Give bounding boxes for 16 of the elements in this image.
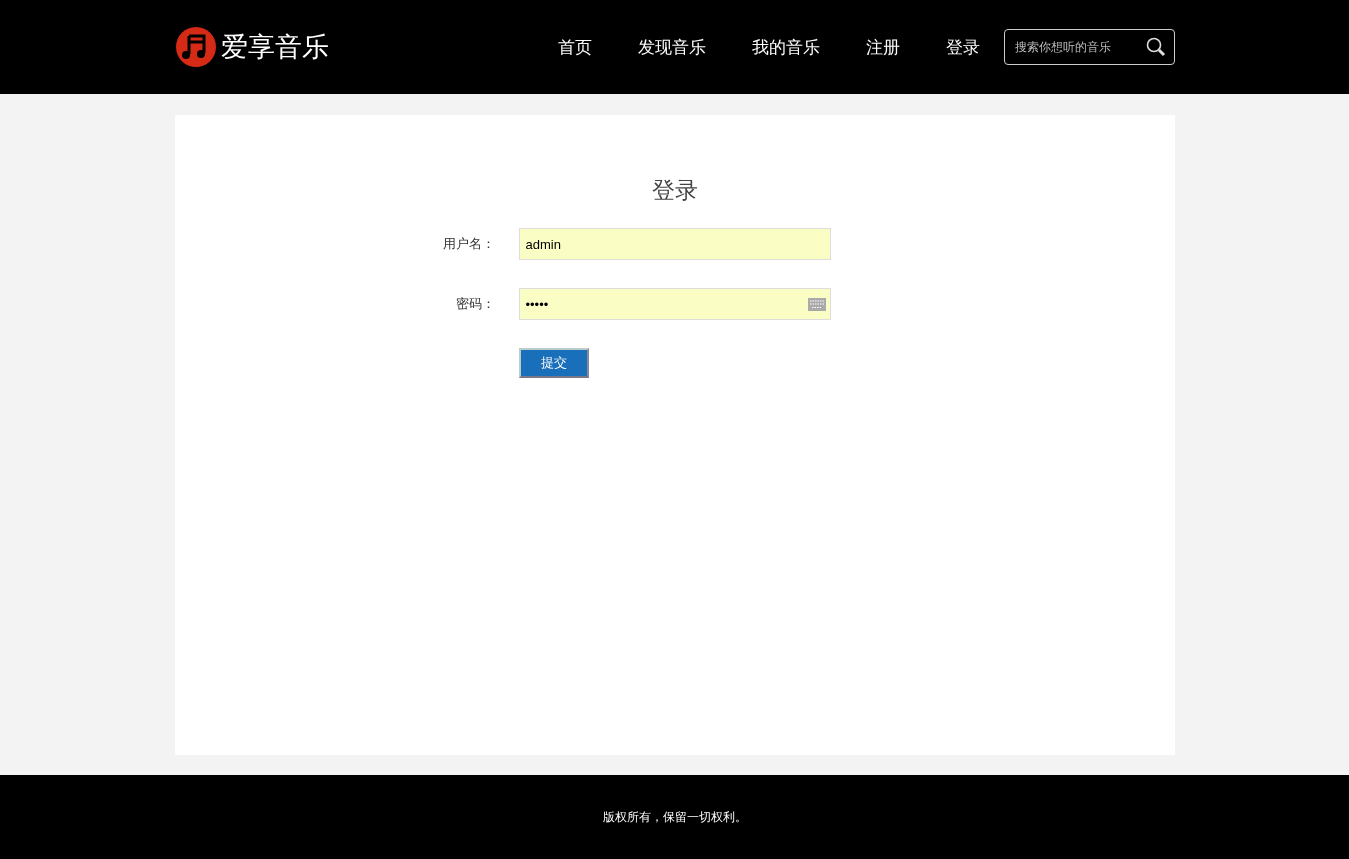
field-label: 用户名：	[441, 235, 495, 253]
site-logo-text: 爱享音乐	[220, 30, 329, 64]
music-note-logo-icon	[174, 26, 217, 68]
nav-link[interactable]: 发现音乐	[617, 29, 726, 65]
nav-link[interactable]: 首页	[537, 29, 612, 65]
username-field[interactable]: admin	[518, 228, 831, 260]
search-field[interactable]: 搜索你想听的音乐	[1003, 29, 1175, 65]
nav-link[interactable]: 登录	[925, 29, 1000, 65]
copyright-text: 版权所有，保留一切权利。	[602, 808, 747, 826]
nav-link[interactable]: 我的音乐	[731, 29, 840, 65]
submit-button[interactable]: 提交	[518, 348, 589, 378]
field-label: 密码：	[454, 295, 495, 313]
search-icon[interactable]	[1145, 37, 1166, 57]
password-field[interactable]: •••••	[518, 288, 831, 320]
nav-link[interactable]: 注册	[845, 29, 920, 65]
login-title: 登录	[651, 176, 698, 205]
